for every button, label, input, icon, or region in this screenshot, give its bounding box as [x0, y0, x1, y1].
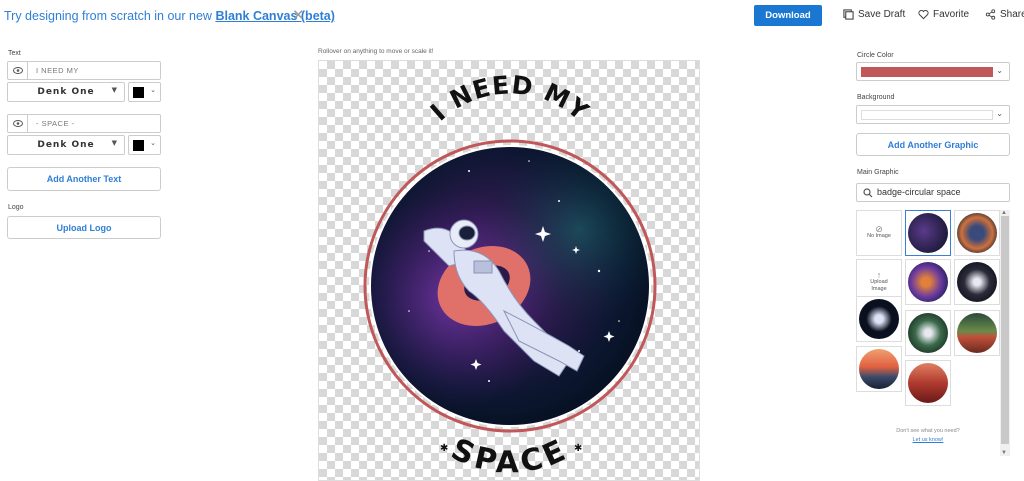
- canvas-hint: Rollover on anything to move or scale it…: [318, 48, 434, 55]
- logo-section-label: Logo: [8, 204, 24, 211]
- no-image-tile[interactable]: ⊘ No Image: [856, 210, 902, 256]
- save-draft-button[interactable]: Save Draft: [843, 9, 905, 20]
- save-draft-label: Save Draft: [858, 9, 906, 20]
- font-name: Denk One: [37, 140, 95, 150]
- main-graphic-label: Main Graphic: [857, 169, 899, 176]
- search-icon: [863, 188, 873, 198]
- text-field-value: I NEED MY: [36, 66, 79, 75]
- badge-design[interactable]: I NEED MY SPACE ✱ ✱: [319, 61, 700, 481]
- thumbnail-image: [957, 262, 997, 302]
- add-text-button[interactable]: Add Another Text: [7, 167, 161, 191]
- thumbnail-image: [908, 213, 948, 253]
- share-label: Share: [1000, 9, 1024, 20]
- thumbnail-image: [957, 213, 997, 253]
- circle-color-label: Circle Color: [857, 52, 894, 59]
- graphic-thumbnail-sunset[interactable]: [856, 346, 902, 392]
- graphic-thumbnail-astronaut-float[interactable]: [905, 210, 951, 256]
- blank-canvas-link[interactable]: Blank Canvas (beta): [215, 9, 334, 23]
- chevron-down-icon: ▼: [111, 86, 118, 94]
- thumbnail-image: [859, 349, 899, 389]
- promo-banner: Try designing from scratch in our new Bl…: [4, 9, 335, 23]
- font-select-1[interactable]: Denk One ▼: [7, 82, 125, 102]
- thumbnail-image: [908, 313, 948, 353]
- scrollbar-thumb[interactable]: [1001, 216, 1009, 444]
- graphic-thumbnail-red-dunes[interactable]: [905, 360, 951, 406]
- scroll-down-icon[interactable]: ▼: [1001, 450, 1007, 456]
- circle-color-swatch: [861, 67, 993, 77]
- close-promo-icon[interactable]: ✕: [292, 6, 305, 24]
- color-swatch: [133, 140, 144, 151]
- font-select-2[interactable]: Denk One ▼: [7, 135, 125, 155]
- graphic-thumbnail-green-rocket[interactable]: [905, 310, 951, 356]
- graphic-thumbnail-planets[interactable]: [905, 259, 951, 305]
- badge-top-text[interactable]: I NEED MY: [425, 70, 595, 126]
- search-value: badge-circular space: [877, 187, 961, 197]
- badge-bottom-text[interactable]: SPACE: [446, 432, 574, 480]
- chevron-down-icon: ⌄: [996, 109, 1003, 118]
- text-color-select-1[interactable]: ⌄: [128, 82, 161, 102]
- let-us-know-link[interactable]: Let us know!: [913, 437, 944, 443]
- graphic-thumbnail-mars-landscape[interactable]: [954, 310, 1000, 356]
- chevron-down-icon: ⌄: [996, 66, 1003, 75]
- no-image-label: No Image: [867, 233, 891, 239]
- graphics-scrollbar[interactable]: ▲ ▼: [1000, 210, 1010, 456]
- chevron-down-icon: ⌄: [150, 87, 156, 94]
- no-image-icon: ⊘: [875, 224, 883, 234]
- text-field-2[interactable]: - SPACE -: [7, 114, 161, 133]
- help-text: Don't see what you need? Let us know!: [858, 427, 998, 445]
- thumbnail-image: [908, 262, 948, 302]
- thumbnail-image: [957, 313, 997, 353]
- download-button[interactable]: Download: [754, 5, 822, 26]
- star-bullet-left: ✱: [440, 443, 448, 454]
- background-swatch: [861, 110, 993, 120]
- text-section-label: Text: [8, 50, 21, 57]
- upload-logo-button[interactable]: Upload Logo: [7, 216, 161, 239]
- upload-icon: ↑: [876, 269, 882, 280]
- share-icon: [985, 9, 996, 20]
- star-bullet-right: ✱: [574, 443, 582, 454]
- graphic-thumbnail-rocket[interactable]: [954, 259, 1000, 305]
- graphic-thumbnail-astronaut-dark[interactable]: [856, 296, 902, 342]
- promo-text: Try designing from scratch in our new: [4, 9, 216, 23]
- save-icon: [843, 9, 854, 20]
- graphic-search-input[interactable]: badge-circular space: [856, 183, 1010, 202]
- thumbnail-image: [908, 363, 948, 403]
- add-graphic-button[interactable]: Add Another Graphic: [856, 133, 1010, 156]
- top-bar: Try designing from scratch in our new Bl…: [0, 0, 1024, 32]
- thumbnail-image: [859, 299, 899, 339]
- share-button[interactable]: Share: [985, 9, 1024, 20]
- color-swatch: [133, 87, 144, 98]
- help-question: Don't see what you need?: [896, 428, 960, 434]
- visibility-eye-icon[interactable]: [8, 115, 28, 132]
- design-canvas[interactable]: I NEED MY SPACE ✱ ✱: [318, 60, 700, 481]
- text-color-select-2[interactable]: ⌄: [128, 135, 161, 155]
- chevron-down-icon: ⌄: [150, 140, 156, 147]
- text-field-value: - SPACE -: [36, 119, 75, 128]
- favorite-button[interactable]: Favorite: [918, 9, 969, 20]
- upload-image-label-2: Image: [871, 285, 887, 292]
- favorite-label: Favorite: [933, 9, 970, 20]
- circle-color-select[interactable]: ⌄: [856, 62, 1010, 81]
- background-select[interactable]: ⌄: [856, 105, 1010, 124]
- heart-icon: [918, 10, 929, 20]
- graphic-thumbnail-planet-helmet[interactable]: [954, 210, 1000, 256]
- visibility-eye-icon[interactable]: [8, 62, 28, 79]
- background-label: Background: [857, 94, 895, 101]
- font-name: Denk One: [37, 87, 95, 97]
- upload-image-label-1: Upload: [870, 278, 888, 285]
- text-field-1[interactable]: I NEED MY: [7, 61, 161, 80]
- chevron-down-icon: ▼: [111, 139, 118, 147]
